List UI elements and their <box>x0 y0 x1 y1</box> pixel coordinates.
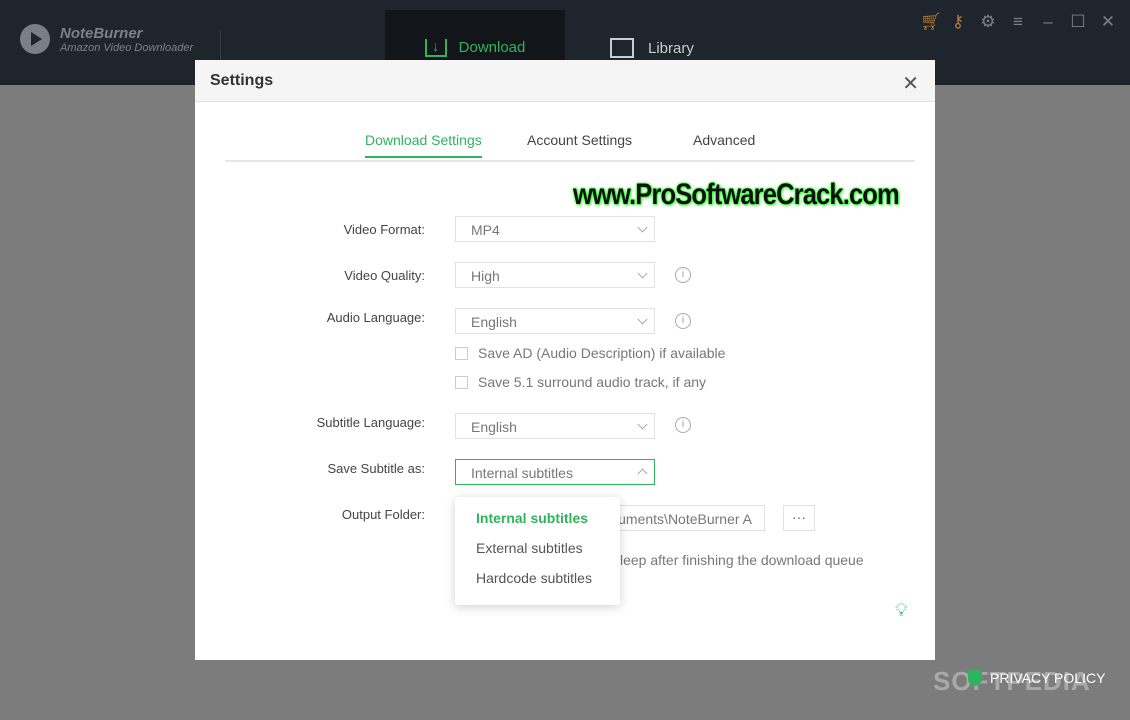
video-format-label: Video Format: <box>343 222 425 237</box>
lightbulb-icon[interactable]: 💡︎ <box>895 600 908 621</box>
info-icon[interactable]: i <box>675 267 691 283</box>
app-name: NoteBurner <box>60 24 143 42</box>
subtitle-language-label: Subtitle Language: <box>316 415 425 430</box>
divider <box>220 30 221 60</box>
maximize-icon[interactable]: ☐ <box>1070 12 1086 32</box>
watermark: www.ProSoftwareCrack.com <box>573 178 900 211</box>
privacy-label: PRIVACY POLICY <box>990 670 1106 686</box>
nav-download-label: Download <box>458 39 526 56</box>
save-ad-checkbox[interactable]: Save AD (Audio Description) if available <box>455 345 725 361</box>
info-icon[interactable]: i <box>675 313 691 329</box>
subtitle-dropdown: Internal subtitles External subtitles Ha… <box>455 497 620 605</box>
video-format-select[interactable]: MP4 <box>455 216 655 242</box>
subtitle-language-select[interactable]: English <box>455 413 655 439</box>
tab-account-settings[interactable]: Account Settings <box>527 132 632 156</box>
shield-icon <box>968 670 982 686</box>
gear-icon[interactable]: ⚙ <box>980 12 996 32</box>
save-subtitle-label: Save Subtitle as: <box>327 461 425 476</box>
save-ad-label: Save AD (Audio Description) if available <box>478 345 726 361</box>
settings-dialog: Settings ✕ Download Settings Account Set… <box>195 60 935 660</box>
close-icon[interactable]: ✕ <box>902 71 919 96</box>
sleep-text: leep after finishing the download queue <box>620 552 864 568</box>
close-window-icon[interactable]: ✕ <box>1100 12 1116 32</box>
download-icon: ↓ <box>424 38 447 57</box>
tab-download-settings[interactable]: Download Settings <box>365 132 482 158</box>
nav-library[interactable]: Library <box>610 38 694 58</box>
app-logo: NoteBurner Amazon Video Downloader <box>20 24 193 54</box>
output-folder-label: Output Folder: <box>341 507 425 522</box>
nav-library-label: Library <box>648 39 694 57</box>
save-subtitle-select[interactable]: Internal subtitles <box>455 459 655 485</box>
privacy-policy-link[interactable]: PRIVACY POLICY <box>968 670 1105 686</box>
save-51-label: Save 5.1 surround audio track, if any <box>478 374 707 390</box>
monitor-icon <box>610 38 634 58</box>
play-logo-icon <box>20 24 50 54</box>
info-icon[interactable]: i <box>675 417 691 433</box>
option-external-subtitles[interactable]: External subtitles <box>455 533 620 563</box>
tab-advanced[interactable]: Advanced <box>693 132 755 156</box>
video-quality-select[interactable]: High <box>455 262 655 288</box>
video-quality-label: Video Quality: <box>344 268 425 283</box>
menu-icon[interactable]: ≡ <box>1010 12 1026 32</box>
key-icon[interactable]: ⚷ <box>950 12 966 32</box>
dialog-title: Settings <box>195 60 935 102</box>
option-hardcode-subtitles[interactable]: Hardcode subtitles <box>455 563 620 593</box>
settings-tabs: Download Settings Account Settings Advan… <box>225 130 915 162</box>
app-subtitle: Amazon Video Downloader <box>60 41 194 54</box>
browse-button[interactable]: ··· <box>783 505 815 531</box>
option-internal-subtitles[interactable]: Internal subtitles <box>455 503 620 533</box>
save-51-checkbox[interactable]: Save 5.1 surround audio track, if any <box>455 374 706 390</box>
cart-icon[interactable]: 🛒︎ <box>920 12 942 32</box>
checkbox-icon <box>455 375 468 389</box>
audio-language-select[interactable]: English <box>455 308 655 334</box>
minimize-icon[interactable]: – <box>1040 12 1056 32</box>
checkbox-icon <box>455 346 468 360</box>
audio-language-label: Audio Language: <box>326 310 425 325</box>
